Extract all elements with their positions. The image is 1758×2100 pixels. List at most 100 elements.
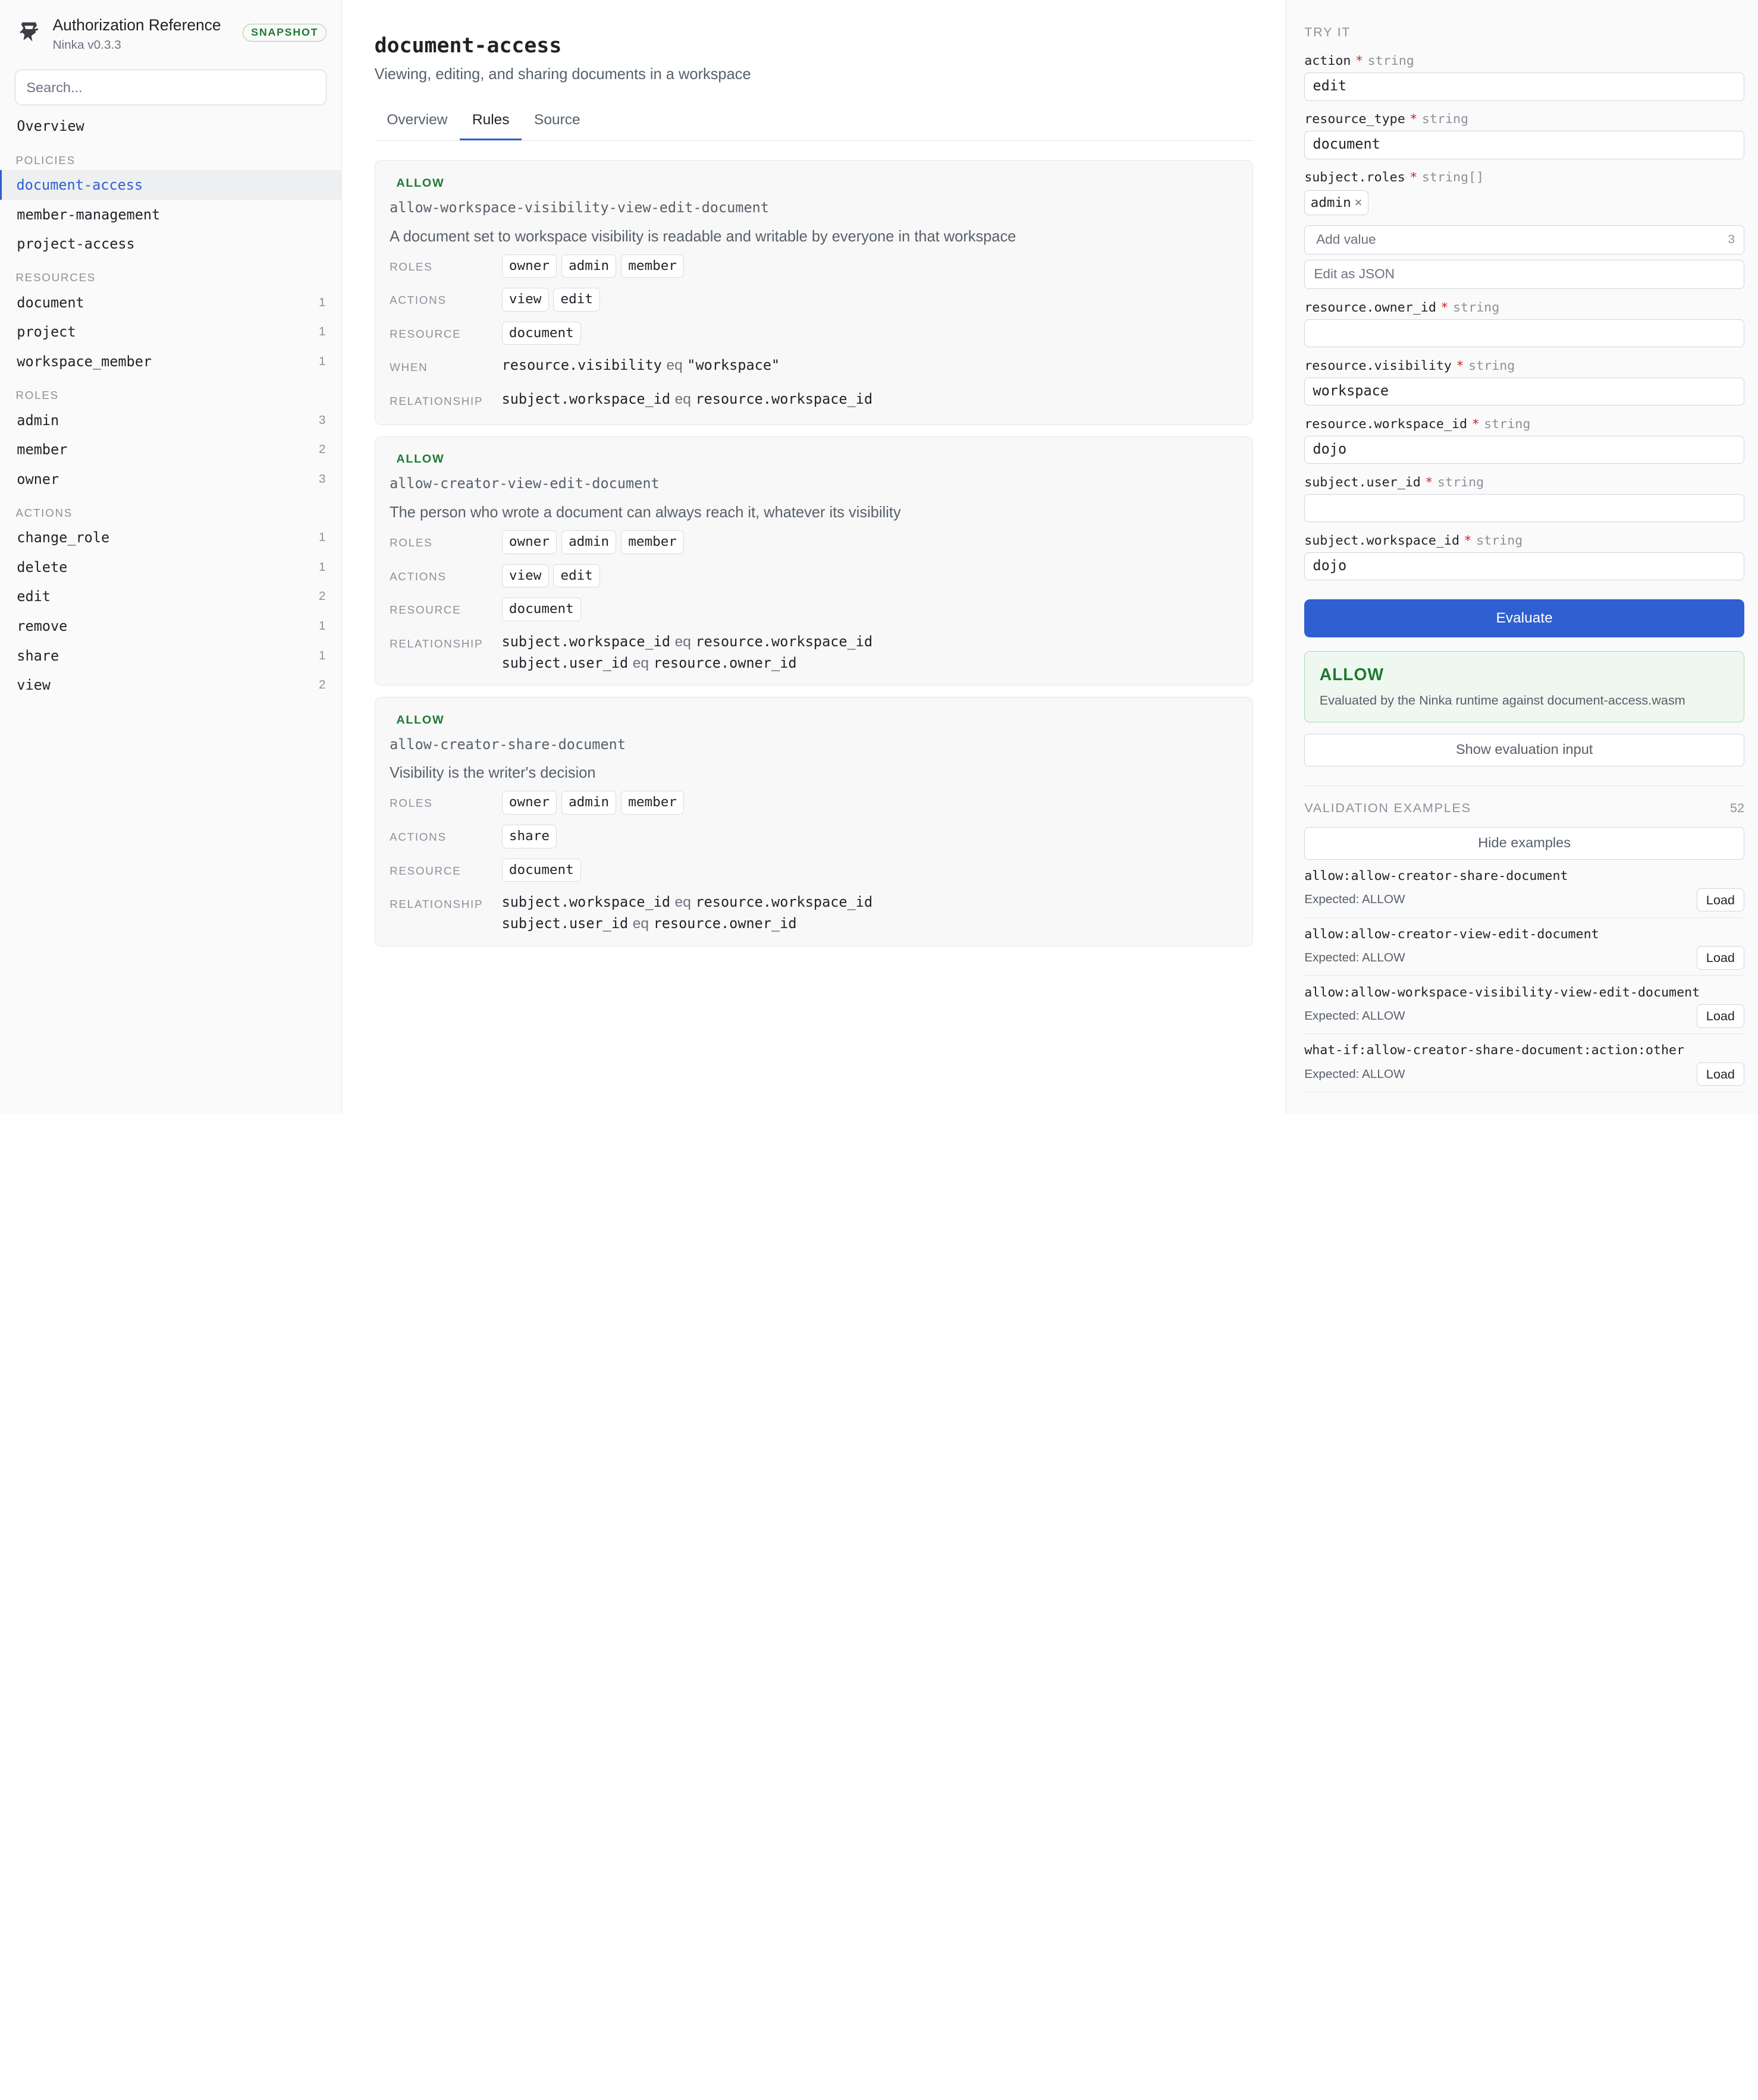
rule-roles-row: ROLES owner admin member [390,791,1238,815]
field-type: string [1484,417,1531,432]
chip: document [501,321,582,345]
rule-resource-chips: document [501,858,582,882]
role-tag: admin × [1304,190,1368,215]
sidebar-item-overview[interactable]: Overview [0,112,341,141]
expression-operator: eq [666,357,683,374]
tab-rules[interactable]: Rules [460,102,522,141]
field-name: subject.roles [1304,170,1405,186]
sidebar-item-delete[interactable]: delete 1 [0,552,341,582]
expression-right: resource.owner_id [653,654,797,671]
field-input-resource.workspace_id[interactable]: dojo [1304,436,1745,464]
show-evaluation-input-button[interactable]: Show evaluation input [1304,734,1745,766]
rule-resource-row: RESOURCE document [390,598,1238,622]
field-name: resource_type [1304,112,1405,127]
rule-card: ALLOW allow-creator-share-document Visibil… [374,697,1254,947]
add-value-input[interactable] [1314,231,1655,249]
field-type: string [1476,533,1523,548]
tab-bar: Overview Rules Source [374,102,1254,142]
sidebar-item-label: owner [17,470,59,488]
sidebar-item-view[interactable]: view 2 [0,670,341,700]
snapshot-badge: SNAPSHOT [243,23,327,42]
sidebar-item-count: 1 [319,618,326,633]
sidebar-item-label: document [17,294,84,311]
sidebar-item-label: share [17,647,59,664]
page-title: document-access [374,33,562,58]
rule-actions-label: ACTIONS [390,294,447,307]
rule-roles-label: ROLES [390,260,433,273]
ninja-logo-icon [20,22,39,42]
load-example-button[interactable]: Load [1696,888,1745,912]
sidebar-item-document[interactable]: document 1 [0,288,341,317]
condition-expression: subject.user_id eq resource.owner_id [502,913,873,935]
add-value-count: 3 [1728,232,1735,247]
rule-card: ALLOW allow-workspace-visibility-view-edi… [374,160,1254,426]
sidebar-item-workspace_member[interactable]: workspace_member 1 [0,347,341,376]
sidebar-item-remove[interactable]: remove 1 [0,611,341,641]
required-marker: * [1409,112,1418,127]
remove-tag-icon[interactable]: × [1354,195,1362,210]
sidebar-item-admin[interactable]: admin 3 [0,405,341,435]
chip: edit [553,564,601,588]
examples-list: allow:allow-creator-share-document Expect… [1304,860,1745,1092]
example-name: allow:allow-workspace-visibility-view-ed… [1304,985,1700,1000]
field-input-subject.user_id[interactable] [1304,494,1745,523]
rule-roles-chips: owner admin member [501,530,685,554]
add-value-field[interactable]: 3 [1304,225,1745,254]
field-input-resource.owner_id[interactable] [1304,319,1745,348]
evaluate-button[interactable]: Evaluate [1304,599,1745,638]
sidebar-item-member-management[interactable]: member-management [0,200,341,230]
field-input-action[interactable]: edit [1304,73,1745,101]
rule-name: allow-creator-view-edit-document [390,475,660,492]
field-label-resource_type: resource_type * string [1304,112,1744,127]
sidebar-item-project[interactable]: project 1 [0,317,341,347]
field-name: resource.workspace_id [1304,417,1468,432]
chip: share [501,824,557,848]
field-input-subject.workspace_id[interactable]: dojo [1304,552,1745,581]
field-name: resource.visibility [1304,359,1452,374]
example-name: allow:allow-creator-view-edit-document [1304,926,1599,942]
rule-relationship-row: RELATIONSHIP subject.workspace_id eq resour… [390,389,1238,413]
try-it-fields: action * string edit resource_type * string doc… [1304,54,1745,581]
sidebar-item-change_role[interactable]: change_role 1 [0,523,341,553]
condition-expression: subject.workspace_id eq resource.workspace… [502,892,873,913]
sidebar-item-project-access[interactable]: project-access [0,230,341,259]
search-input[interactable] [24,78,318,97]
load-example-button[interactable]: Load [1696,946,1745,970]
rule-actions-label: ACTIONS [390,830,447,843]
edit-as-json-button[interactable]: Edit as JSON [1304,260,1745,290]
page-subtitle: Viewing, editing, and sharing documents … [374,66,751,83]
chip: view [501,288,549,312]
rule-roles-chips: owner admin member [501,791,685,815]
sidebar-item-count: 3 [319,471,326,486]
load-example-button[interactable]: Load [1696,1004,1745,1028]
chip: member [620,254,685,278]
sidebar-item-edit[interactable]: edit 2 [0,582,341,612]
rule-relationship-row: RELATIONSHIP subject.workspace_id eq resour… [390,892,1238,935]
sidebar-item-share[interactable]: share 1 [0,641,341,671]
required-marker: * [1456,359,1464,374]
sidebar-item-count: 2 [319,678,326,692]
sidebar-item-owner[interactable]: owner 3 [0,464,341,494]
tab-overview[interactable]: Overview [375,102,460,140]
tab-source[interactable]: Source [522,102,592,140]
load-example-button[interactable]: Load [1696,1062,1745,1086]
sidebar-item-label: workspace_member [17,353,152,370]
rule-description: Visibility is the writer's decision [390,765,596,782]
sidebar-item-document-access[interactable]: document-access [0,170,341,200]
hide-examples-button[interactable]: Hide examples [1304,827,1745,860]
sidebar-item-label: remove [17,617,68,634]
sidebar-item-count: 1 [319,559,326,574]
field-input-resource_type[interactable]: document [1304,131,1745,159]
chip: edit [553,288,601,312]
rule-when-expressions: resource.visibility eq "workspace" [502,355,780,376]
search-box[interactable] [14,69,327,106]
field-input-resource.visibility[interactable]: workspace [1304,378,1745,406]
example-expected: Expected: ALLOW [1304,1008,1405,1023]
chip: owner [501,530,557,554]
condition-expression: subject.workspace_id eq resource.workspace… [502,631,873,653]
example-expected: Expected: ALLOW [1304,892,1405,907]
sidebar-item-label: delete [17,558,68,576]
examples-count: 52 [1729,800,1745,816]
rule-resource-chips: document [501,321,582,345]
sidebar-item-member[interactable]: member 2 [0,435,341,464]
